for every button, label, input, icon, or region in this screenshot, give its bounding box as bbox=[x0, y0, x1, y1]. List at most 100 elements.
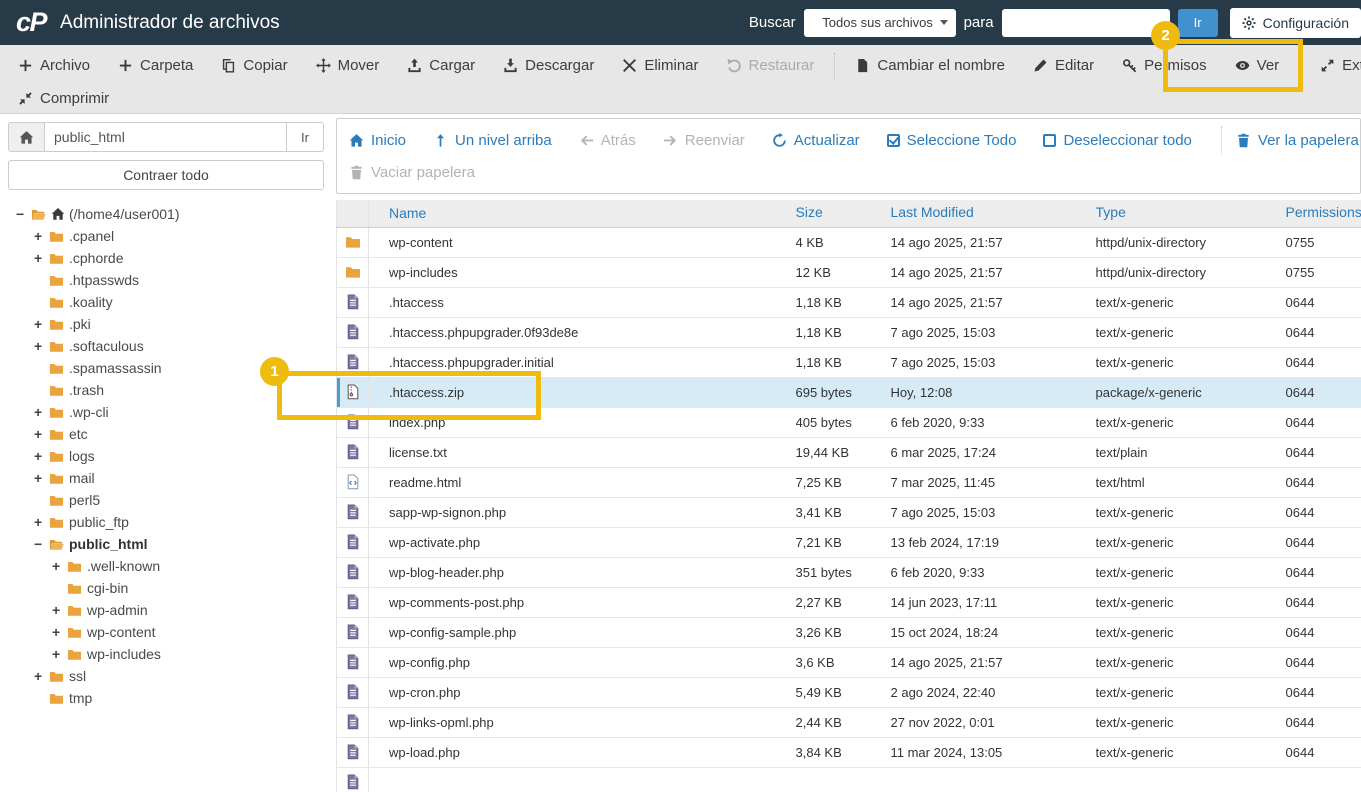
tree-expander[interactable]: + bbox=[34, 316, 49, 332]
sidebar-item-softaculous[interactable]: + .softaculous bbox=[8, 335, 324, 357]
sidebar-item-cphorde[interactable]: + .cphorde bbox=[8, 247, 324, 269]
file-row-readme-html[interactable]: readme.html 7,25 KB 7 mar 2025, 11:45 te… bbox=[336, 467, 1361, 498]
file-row-sapp-wp-signon-php[interactable]: sapp-wp-signon.php 3,41 KB 7 ago 2025, 1… bbox=[336, 497, 1361, 528]
sidebar-item-cgi-bin[interactable]: cgi-bin bbox=[8, 577, 324, 599]
tree-expander[interactable]: + bbox=[52, 624, 67, 640]
file-row-wp-comments-post-php[interactable]: wp-comments-post.php 2,27 KB 14 jun 2023… bbox=[336, 587, 1361, 618]
path-go-button[interactable]: Ir bbox=[287, 122, 324, 152]
tree-expander[interactable]: + bbox=[34, 426, 49, 442]
file-row-index-php[interactable]: index.php 405 bytes 6 feb 2020, 9:33 tex… bbox=[336, 407, 1361, 438]
file-row-wp-content[interactable]: wp-content 4 KB 14 ago 2025, 21:57 httpd… bbox=[336, 227, 1361, 258]
file-row-wp-includes[interactable]: wp-includes 12 KB 14 ago 2025, 21:57 htt… bbox=[336, 257, 1361, 288]
search-input[interactable] bbox=[1001, 8, 1170, 37]
column-header-last-modified[interactable]: Last Modified bbox=[891, 204, 974, 220]
text-file-icon bbox=[345, 504, 361, 520]
sidebar-item-wp-includes[interactable]: + wp-includes bbox=[8, 643, 324, 665]
sidebar-item-logs[interactable]: + logs bbox=[8, 445, 324, 467]
settings-button[interactable]: Configuración bbox=[1229, 7, 1361, 38]
html-file-icon bbox=[345, 474, 361, 490]
column-header-permissions[interactable]: Permissions bbox=[1286, 204, 1361, 220]
toolbar-new-file-button[interactable]: Archivo bbox=[10, 53, 98, 78]
folder-icon bbox=[49, 317, 64, 332]
tree-expander[interactable]: + bbox=[52, 646, 67, 662]
toolbar-download-button[interactable]: Descargar bbox=[495, 53, 602, 78]
file-row-wp-activate-php[interactable]: wp-activate.php 7,21 KB 13 feb 2024, 17:… bbox=[336, 527, 1361, 558]
sidebar-item-htpasswds[interactable]: .htpasswds bbox=[8, 269, 324, 291]
nav-reload-link[interactable]: Actualizar bbox=[772, 132, 860, 149]
file-row-htaccess-zip[interactable]: .htaccess.zip 695 bytes Hoy, 12:08 packa… bbox=[336, 377, 1361, 408]
toolbar-delete-button[interactable]: Eliminar bbox=[614, 53, 706, 78]
tree-expander[interactable]: + bbox=[34, 250, 49, 266]
column-header-type[interactable]: Type bbox=[1096, 204, 1126, 220]
column-header-name[interactable]: Name bbox=[389, 205, 426, 221]
tree-expander[interactable]: + bbox=[34, 448, 49, 464]
toolbar-permissions-button[interactable]: Permisos bbox=[1114, 53, 1215, 78]
toolbar-view-button[interactable]: Ver bbox=[1227, 53, 1288, 78]
folder-icon bbox=[67, 581, 82, 596]
nav-back-link[interactable]: Atrás bbox=[579, 132, 636, 149]
sidebar-item-trash[interactable]: .trash bbox=[8, 379, 324, 401]
toolbar-rename-button[interactable]: Cambiar el nombre bbox=[847, 53, 1013, 78]
extract-icon bbox=[1320, 58, 1335, 73]
toolbar-compress-button[interactable]: Comprimir bbox=[10, 86, 117, 111]
sidebar-item-etc[interactable]: + etc bbox=[8, 423, 324, 445]
toolbar-move-button[interactable]: Mover bbox=[308, 53, 388, 78]
file-row-htaccess[interactable]: .htaccess 1,18 KB 14 ago 2025, 21:57 tex… bbox=[336, 287, 1361, 318]
path-input[interactable] bbox=[45, 122, 287, 152]
tree-expander[interactable]: + bbox=[34, 404, 49, 420]
search-scope-select[interactable]: Todos sus archivos bbox=[803, 8, 956, 37]
nav-view-trash-link[interactable]: Ver la papelera bbox=[1236, 132, 1359, 149]
file-row-wp-cron-php[interactable]: wp-cron.php 5,49 KB 2 ago 2024, 22:40 te… bbox=[336, 677, 1361, 708]
collapse-all-button[interactable]: Contraer todo bbox=[8, 160, 324, 190]
tree-expander[interactable]: + bbox=[34, 668, 49, 684]
file-row-wp-load-php[interactable]: wp-load.php 3,84 KB 11 mar 2024, 13:05 t… bbox=[336, 737, 1361, 768]
file-row-htaccess-phpupgrader-initial[interactable]: .htaccess.phpupgrader.initial 1,18 KB 7 … bbox=[336, 347, 1361, 378]
toolbar-new-folder-button[interactable]: Carpeta bbox=[110, 53, 201, 78]
toolbar-copy-button[interactable]: Copiar bbox=[213, 53, 295, 78]
toolbar-extract-button[interactable]: Extraer bbox=[1312, 53, 1361, 78]
file-row-htaccess-phpupgrader-0f93de8e[interactable]: .htaccess.phpupgrader.0f93de8e 1,18 KB 7… bbox=[336, 317, 1361, 348]
nav-empty-trash-link[interactable]: Vaciar papelera bbox=[349, 164, 475, 181]
nav-unselect-all-link[interactable]: Deseleccionar todo bbox=[1043, 132, 1192, 149]
file-row-wp-config-sample-php[interactable]: wp-config-sample.php 3,26 KB 15 oct 2024… bbox=[336, 617, 1361, 648]
tree-expander[interactable]: + bbox=[52, 602, 67, 618]
sidebar-item-public-html[interactable]: − public_html bbox=[8, 533, 324, 555]
sidebar-item-tmp[interactable]: tmp bbox=[8, 687, 324, 709]
search-go-button[interactable]: Ir bbox=[1177, 8, 1218, 37]
tree-expander[interactable]: + bbox=[52, 558, 67, 574]
sidebar-item-perl5[interactable]: perl5 bbox=[8, 489, 324, 511]
tree-expander[interactable]: + bbox=[34, 228, 49, 244]
tree-expander[interactable]: + bbox=[34, 514, 49, 530]
file-row-wp-config-php[interactable]: wp-config.php 3,6 KB 14 ago 2025, 21:57 … bbox=[336, 647, 1361, 678]
sidebar-item-cpanel[interactable]: + .cpanel bbox=[8, 225, 324, 247]
toolbar-restore-button[interactable]: Restaurar bbox=[719, 53, 823, 78]
tree-expander[interactable]: + bbox=[34, 338, 49, 354]
file-row-license-txt[interactable]: license.txt 19,44 KB 6 mar 2025, 17:24 t… bbox=[336, 437, 1361, 468]
tree-expander[interactable]: − bbox=[16, 206, 31, 222]
file-row-partial[interactable] bbox=[336, 767, 1361, 792]
sidebar-item-well-known[interactable]: + .well-known bbox=[8, 555, 324, 577]
toolbar-upload-button[interactable]: Cargar bbox=[399, 53, 483, 78]
sidebar-item-spamassassin[interactable]: .spamassassin bbox=[8, 357, 324, 379]
path-home-button[interactable] bbox=[8, 122, 45, 152]
sidebar-item-ssl[interactable]: + ssl bbox=[8, 665, 324, 687]
sidebar-item-home4-user001[interactable]: − (/home4/user001) bbox=[8, 203, 324, 225]
file-table: Name Size Last Modified Type Permissions… bbox=[336, 200, 1361, 792]
sidebar-item-wp-admin[interactable]: + wp-admin bbox=[8, 599, 324, 621]
sidebar-item-wp-content[interactable]: + wp-content bbox=[8, 621, 324, 643]
sidebar-item-public-ftp[interactable]: + public_ftp bbox=[8, 511, 324, 533]
sidebar-item-koality[interactable]: .koality bbox=[8, 291, 324, 313]
sidebar-item-wp-cli[interactable]: + .wp-cli bbox=[8, 401, 324, 423]
column-header-size[interactable]: Size bbox=[796, 204, 823, 220]
nav-home-link[interactable]: Inicio bbox=[349, 132, 406, 149]
nav-up-one-level-link[interactable]: Un nivel arriba bbox=[433, 132, 552, 149]
toolbar-edit-button[interactable]: Editar bbox=[1025, 53, 1102, 78]
tree-expander[interactable]: + bbox=[34, 470, 49, 486]
nav-forward-link[interactable]: Reenviar bbox=[663, 132, 745, 149]
file-row-wp-blog-header-php[interactable]: wp-blog-header.php 351 bytes 6 feb 2020,… bbox=[336, 557, 1361, 588]
sidebar-item-mail[interactable]: + mail bbox=[8, 467, 324, 489]
nav-select-all-link[interactable]: Seleccione Todo bbox=[886, 132, 1016, 149]
sidebar-item-pki[interactable]: + .pki bbox=[8, 313, 324, 335]
file-row-wp-links-opml-php[interactable]: wp-links-opml.php 2,44 KB 27 nov 2022, 0… bbox=[336, 707, 1361, 738]
tree-expander[interactable]: − bbox=[34, 536, 49, 552]
